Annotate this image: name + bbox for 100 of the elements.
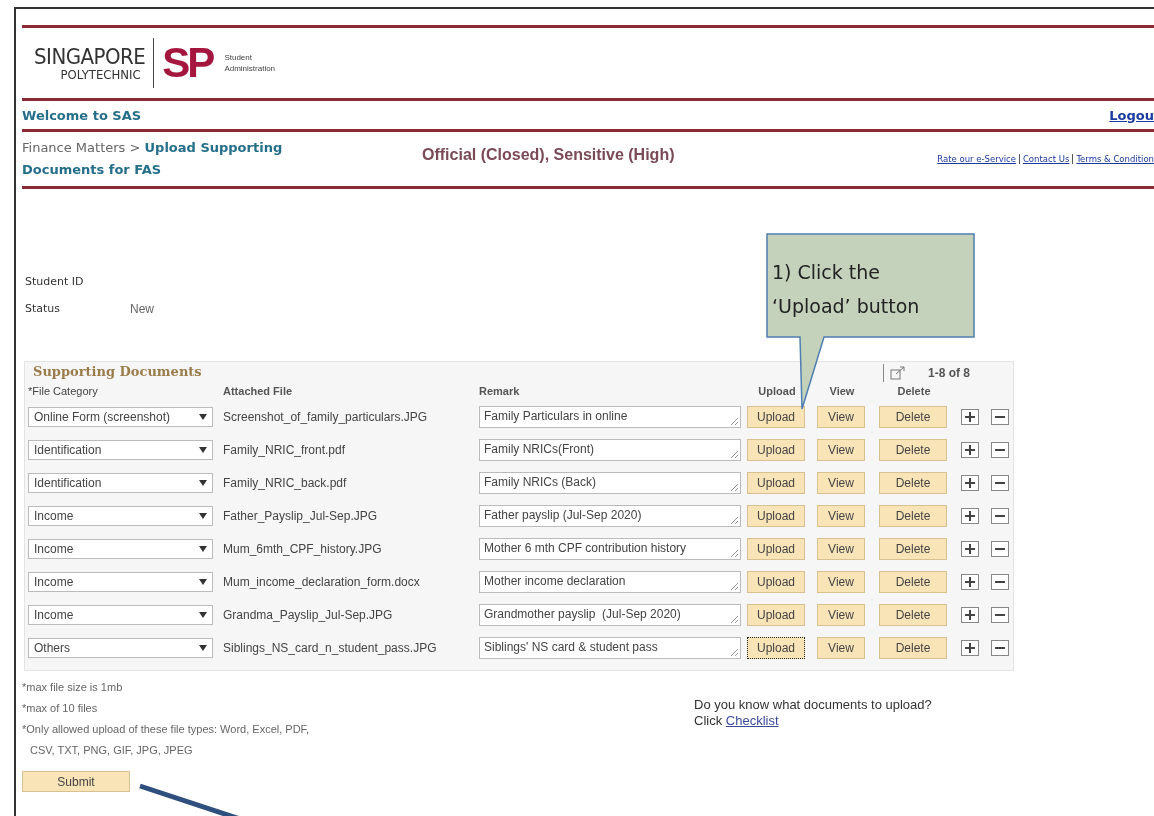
resize-grip-icon[interactable]: [730, 482, 738, 491]
view-button[interactable]: View: [817, 471, 865, 494]
note-text: CSV, TXT, PNG, GIF, JPG, JPEG: [29, 743, 194, 758]
column-header: *File Category: [28, 385, 99, 397]
footer-link[interactable]: Contact Us: [1022, 154, 1070, 164]
attached-file-name: Family_NRIC_back.pdf: [223, 475, 348, 490]
resize-grip-icon[interactable]: [730, 614, 738, 623]
remove-row-icon[interactable]: [991, 441, 1009, 458]
dropdown-arrow-icon[interactable]: [199, 611, 207, 618]
category-dropdown[interactable]: Identification: [28, 439, 213, 460]
upload-button[interactable]: Upload: [747, 471, 805, 494]
delete-button[interactable]: Delete: [879, 570, 947, 593]
checklist-link[interactable]: Checklist: [725, 713, 779, 728]
upload-button[interactable]: Upload: [747, 537, 805, 560]
attached-file-name: Mum_income_declaration_form.docx: [223, 574, 421, 589]
remove-row-icon[interactable]: [991, 408, 1009, 425]
grid-title: Supporting Documents: [32, 364, 202, 381]
dropdown-arrow-icon[interactable]: [199, 413, 207, 420]
delete-button[interactable]: Delete: [879, 636, 947, 659]
view-button[interactable]: View: [817, 570, 865, 593]
category-dropdown[interactable]: Income: [28, 571, 213, 592]
dropdown-arrow-icon[interactable]: [199, 446, 207, 453]
footer-link[interactable]: Terms & Condition: [1076, 154, 1154, 164]
resize-grip-icon[interactable]: [730, 515, 738, 524]
view-button[interactable]: View: [817, 405, 865, 428]
remark-field[interactable]: Siblings' NS card & student pass: [479, 636, 741, 659]
resize-grip-icon[interactable]: [730, 647, 738, 656]
upload-button[interactable]: Upload: [747, 504, 805, 527]
delete-button[interactable]: Delete: [879, 504, 947, 527]
logo-text: POLYTECHNIC: [60, 67, 141, 81]
remark-field[interactable]: Mother 6 mth CPF contribution history: [479, 537, 741, 560]
remove-row-icon[interactable]: [991, 639, 1009, 656]
category-dropdown[interactable]: Online Form (screenshot): [28, 406, 213, 427]
remark-field[interactable]: Grandmother payslip (Jul-Sep 2020): [479, 603, 741, 626]
dropdown-arrow-icon[interactable]: [199, 512, 207, 519]
attached-file-name: Father_Payslip_Jul-Sep.JPG: [223, 508, 379, 523]
footer-link[interactable]: Rate our e-Service: [937, 154, 1016, 164]
dropdown-arrow-icon[interactable]: [199, 545, 207, 552]
resize-grip-icon[interactable]: [730, 416, 738, 425]
remark-field[interactable]: Family NRICs (Back): [479, 471, 741, 494]
category-dropdown[interactable]: Others: [28, 637, 213, 658]
delete-button[interactable]: Delete: [879, 537, 947, 560]
add-row-icon[interactable]: [961, 540, 979, 557]
column-header: Upload: [757, 385, 797, 397]
view-button[interactable]: View: [817, 438, 865, 461]
note-text: *Only allowed upload of these file types: Word, Excel, PDF,: [22, 722, 311, 737]
view-button[interactable]: View: [817, 504, 865, 527]
logout-link[interactable]: Logou: [1109, 107, 1154, 123]
dropdown-arrow-icon[interactable]: [199, 479, 207, 486]
view-button[interactable]: View: [817, 636, 865, 659]
row-count: 1-8 of 8: [928, 366, 970, 380]
remove-row-icon[interactable]: [991, 606, 1009, 623]
submit-button[interactable]: Submit: [22, 771, 130, 792]
remark-field[interactable]: Mother income declaration: [479, 570, 741, 593]
resize-grip-icon[interactable]: [730, 449, 738, 458]
remark-field[interactable]: Family Particulars in online: [479, 405, 741, 428]
attached-file-name: Family_NRIC_front.pdf: [223, 442, 347, 457]
add-row-icon[interactable]: [961, 573, 979, 590]
category-dropdown[interactable]: Identification: [28, 472, 213, 493]
upload-button[interactable]: Upload: [747, 603, 805, 626]
remark-field[interactable]: Father payslip (Jul-Sep 2020): [479, 504, 741, 527]
add-row-icon[interactable]: [961, 474, 979, 491]
add-row-icon[interactable]: [961, 639, 979, 656]
category-dropdown[interactable]: Income: [28, 604, 213, 625]
logo-subtitle: Administration: [224, 63, 276, 75]
logo-mark: SP: [162, 42, 213, 84]
dropdown-arrow-icon[interactable]: [199, 644, 207, 651]
logo-subtitle: Student: [224, 51, 253, 63]
upload-button[interactable]: Upload: [747, 570, 805, 593]
popout-icon[interactable]: [890, 366, 906, 380]
remove-row-icon[interactable]: [991, 540, 1009, 557]
view-button[interactable]: View: [817, 537, 865, 560]
view-button[interactable]: View: [817, 603, 865, 626]
upload-button[interactable]: Upload: [747, 636, 805, 659]
resize-grip-icon[interactable]: [730, 581, 738, 590]
delete-button[interactable]: Delete: [879, 471, 947, 494]
column-header: Delete: [896, 385, 932, 397]
delete-button[interactable]: Delete: [879, 405, 947, 428]
add-row-icon[interactable]: [961, 507, 979, 524]
category-dropdown[interactable]: Income: [28, 505, 213, 526]
remove-row-icon[interactable]: [991, 507, 1009, 524]
add-row-icon[interactable]: [961, 606, 979, 623]
note-text: *max file size is 1mb: [22, 680, 124, 695]
upload-button[interactable]: Upload: [747, 438, 805, 461]
field-label: Status: [25, 302, 62, 316]
category-dropdown[interactable]: Income: [28, 538, 213, 559]
note-text: *max of 10 files: [22, 701, 99, 716]
add-row-icon[interactable]: [961, 441, 979, 458]
remove-row-icon[interactable]: [991, 474, 1009, 491]
welcome-text: Welcome to SAS: [22, 107, 142, 123]
attached-file-name: Mum_6mth_CPF_history.JPG: [223, 541, 383, 556]
delete-button[interactable]: Delete: [879, 603, 947, 626]
dropdown-arrow-icon[interactable]: [199, 578, 207, 585]
remark-field[interactable]: Family NRICs(Front): [479, 438, 741, 461]
resize-grip-icon[interactable]: [730, 548, 738, 557]
logo-text: SINGAPORE: [34, 45, 146, 68]
remove-row-icon[interactable]: [991, 573, 1009, 590]
delete-button[interactable]: Delete: [879, 438, 947, 461]
upload-button[interactable]: Upload: [747, 405, 805, 428]
add-row-icon[interactable]: [961, 408, 979, 425]
